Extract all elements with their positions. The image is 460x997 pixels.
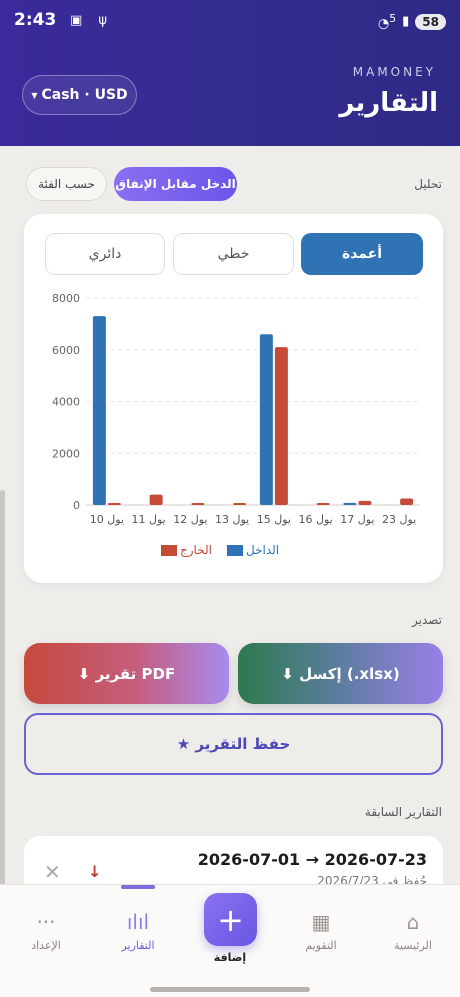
legend-swatch-income	[227, 544, 243, 556]
x-tick-label: 17 يول	[340, 513, 374, 526]
page-title: التقارير	[339, 88, 438, 118]
export-pdf-button[interactable]: ⬇ تقرير PDF	[24, 643, 229, 704]
scrollbar[interactable]	[0, 490, 5, 890]
nav-settings[interactable]: ··· الإعداد	[11, 907, 81, 952]
delete-report-icon[interactable]: ✕	[44, 860, 61, 884]
bar-income	[92, 316, 106, 505]
bar-chart-icon: ılıl	[126, 910, 150, 934]
bar-chart: 0 2000 4000 6000 8000 10 يول 11 يول 12 يول 13 يو…	[52, 292, 420, 526]
y-tick-label: 4000	[52, 396, 80, 409]
bottom-navigation: ⌂ الرئيسية ▦ التقويم + إضافة ılıl التقار…	[0, 884, 460, 997]
x-tick-label: 11 يول	[132, 513, 166, 526]
currency-label: Cash · USD	[41, 87, 128, 103]
y-tick-label: 6000	[52, 344, 80, 357]
nav-reports[interactable]: ılıl التقارير	[103, 907, 173, 952]
calendar-icon: ▦	[311, 910, 331, 934]
nav-calendar-label: التقويم	[305, 939, 337, 952]
bar-expense	[191, 503, 205, 505]
y-tick-label: 0	[73, 499, 80, 512]
wifi-icon: ◔5	[377, 12, 397, 32]
status-time: 2:43	[14, 10, 57, 30]
status-right: ◔5 ▮ 58	[378, 12, 446, 31]
save-report-button[interactable]: ★ حفظ التقرير	[24, 713, 443, 775]
previous-reports-label: التقارير السابقة	[364, 805, 442, 819]
legend-item-income: الداخل	[227, 543, 279, 557]
download-report-icon[interactable]: ↓	[88, 862, 101, 881]
bar-income	[343, 502, 357, 505]
app-header: 2:43 ▣ ψ ◔5 ▮ 58 MAMONEY التقارير ▼ Cash…	[0, 0, 460, 146]
chart-type-line[interactable]: خطي	[173, 233, 294, 275]
bar-expense	[400, 498, 414, 505]
status-bar: 2:43 ▣ ψ ◔5 ▮ 58	[14, 10, 446, 34]
bar-expense	[358, 500, 372, 505]
legend-label-expense: الخارج	[180, 543, 212, 557]
nav-settings-label: الإعداد	[31, 939, 61, 952]
chart-card: أعمدة خطي دائري 0 2000 4000 6000 8000 10 يول 1…	[24, 214, 443, 583]
nav-home[interactable]: ⌂ الرئيسية	[378, 907, 448, 952]
x-tick-label: 10 يول	[90, 513, 124, 526]
y-tick-label: 2000	[52, 447, 80, 460]
bar-expense	[233, 503, 247, 505]
more-icon: ···	[36, 910, 56, 934]
caret-down-icon: ▼	[31, 90, 38, 100]
home-gesture-bar	[150, 987, 310, 992]
bar-expense	[107, 503, 121, 505]
signal-icon: ▮	[402, 14, 410, 30]
chart-legend: الداخل الخارج	[24, 543, 443, 561]
bar-expense	[274, 347, 288, 505]
analysis-label: تحليل	[414, 177, 442, 191]
nav-reports-label: التقارير	[121, 939, 155, 952]
bar-expense	[316, 503, 330, 505]
add-button[interactable]: +	[204, 893, 257, 946]
nav-add-label: إضافة	[213, 951, 247, 964]
nav-calendar[interactable]: ▦ التقويم	[286, 907, 356, 952]
status-notification-icons: ▣ ψ	[70, 13, 113, 28]
x-tick-label: 16 يول	[299, 513, 333, 526]
tab-income-vs-expense[interactable]: الدخل مقابل الإنفاق	[114, 167, 237, 201]
bar-income	[259, 334, 273, 505]
y-tick-label: 8000	[52, 292, 80, 305]
brand-name: MAMONEY	[352, 65, 436, 79]
legend-item-expense: الخارج	[161, 543, 212, 557]
currency-selector[interactable]: ▼ Cash · USD	[22, 75, 137, 115]
chart-type-pie[interactable]: دائري	[45, 233, 165, 275]
x-tick-label: 12 يول	[173, 513, 207, 526]
home-icon: ⌂	[406, 910, 420, 934]
x-tick-label: 23 يول	[382, 513, 416, 526]
wifi-badge: 5	[389, 12, 397, 25]
nav-home-label: الرئيسية	[394, 939, 432, 952]
tab-by-category[interactable]: حسب الفئة	[26, 167, 107, 201]
legend-swatch-expense	[161, 544, 177, 556]
x-tick-label: 15 يول	[257, 513, 291, 526]
active-tab-indicator	[121, 885, 155, 889]
battery-indicator: 58	[415, 13, 446, 30]
bar-expense	[149, 494, 163, 505]
legend-label-income: الداخل	[246, 543, 280, 557]
report-date-range: 2026-07-01 → 2026-07-23	[197, 850, 427, 869]
x-tick-label: 13 يول	[215, 513, 249, 526]
export-label: تصدير	[411, 613, 442, 627]
plus-icon: +	[217, 900, 244, 939]
export-excel-button[interactable]: ⬇ إكسل (.xlsx)	[238, 643, 443, 704]
chart-type-bars[interactable]: أعمدة	[301, 233, 423, 275]
